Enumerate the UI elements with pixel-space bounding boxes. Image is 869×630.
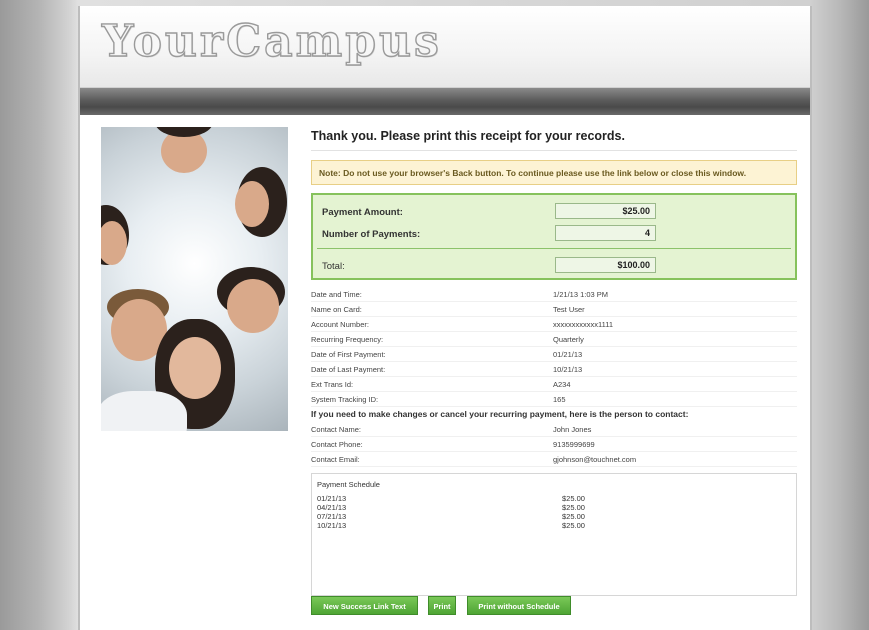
print-without-schedule-button[interactable]: Print without Schedule: [467, 596, 571, 615]
contact-label: Contact Phone:: [311, 440, 363, 449]
detail-value: 01/21/13: [553, 350, 583, 359]
contact-label: Contact Name:: [311, 425, 362, 434]
receipt-panel: Thank you. Please print this receipt for…: [311, 127, 797, 596]
contact-value: John Jones: [553, 425, 592, 434]
detail-row: Date of First Payment: 01/21/13: [311, 347, 797, 362]
face-image: [153, 127, 215, 177]
detail-label: Date and Time:: [311, 290, 362, 299]
detail-label: Recurring Frequency:: [311, 335, 384, 344]
contact-row: Contact Phone: 9135999699: [311, 437, 797, 452]
schedule-heading: Payment Schedule: [317, 480, 380, 489]
detail-label: Date of First Payment:: [311, 350, 386, 359]
contact-value: 9135999699: [553, 440, 595, 449]
contact-heading: If you need to make changes or cancel yo…: [311, 409, 689, 419]
detail-label: Name on Card:: [311, 305, 362, 314]
contact-email-value: gjohnson@touchnet.com: [553, 455, 637, 464]
schedule-amount: $25.00: [562, 512, 585, 521]
contact-row: Contact Email: gjohnson@touchnet.com: [311, 452, 797, 467]
back-button-warning: Note: Do not use your browser's Back but…: [311, 160, 797, 185]
schedule-date: 04/21/13: [317, 503, 347, 512]
face-image: [101, 205, 135, 277]
contact-label: Contact Email:: [311, 455, 360, 464]
number-of-payments-value: 4: [555, 225, 656, 241]
schedule-date: 01/21/13: [317, 494, 347, 503]
detail-row: Date of Last Payment: 10/21/13: [311, 362, 797, 377]
detail-label: Date of Last Payment:: [311, 365, 386, 374]
detail-row: Name on Card: Test User: [311, 302, 797, 317]
site-header: YourCampus: [80, 6, 810, 88]
transaction-details: Date and Time: 1/21/13 1:03 PM Name on Ca…: [311, 287, 797, 467]
number-of-payments-label: Number of Payments:: [322, 229, 421, 240]
detail-value: 165: [553, 395, 566, 404]
schedule-row: 10/21/13 $25.00: [317, 521, 617, 531]
divider: [317, 248, 791, 249]
face-image: [229, 167, 288, 243]
detail-value: A234: [553, 380, 571, 389]
detail-row: Recurring Frequency: Quarterly: [311, 332, 797, 347]
site-logo: YourCampus: [101, 15, 442, 67]
payment-amount-label: Payment Amount:: [322, 207, 403, 218]
page-frame: YourCampus Thank you. Please print this …: [78, 6, 812, 630]
schedule-date: 07/21/13: [317, 512, 347, 521]
detail-label: Account Number:: [311, 320, 369, 329]
contact-row: Contact Name: John Jones: [311, 422, 797, 437]
schedule-date: 10/21/13: [317, 521, 347, 530]
schedule-amount: $25.00: [562, 494, 585, 503]
detail-label: Ext Trans Id:: [311, 380, 354, 389]
detail-row: Ext Trans Id: A234: [311, 377, 797, 392]
nav-bar: [80, 88, 810, 115]
schedule-amount: $25.00: [562, 521, 585, 530]
detail-row: Account Number: xxxxxxxxxxxx1111: [311, 317, 797, 332]
detail-value: Test User: [553, 305, 585, 314]
page-title: Thank you. Please print this receipt for…: [311, 129, 797, 151]
payment-summary: Payment Amount: $25.00 Number of Payment…: [311, 193, 797, 280]
schedule-amount: $25.00: [562, 503, 585, 512]
payment-schedule[interactable]: Payment Schedule 01/21/13 $25.00 04/21/13…: [311, 473, 797, 596]
detail-row: System Tracking ID: 165: [311, 392, 797, 407]
print-button[interactable]: Print: [428, 596, 456, 615]
detail-row: Date and Time: 1/21/13 1:03 PM: [311, 287, 797, 302]
new-success-link-button[interactable]: New Success Link Text: [311, 596, 418, 615]
total-label: Total:: [322, 261, 345, 272]
detail-value: xxxxxxxxxxxx1111: [553, 320, 614, 329]
total-value: $100.00: [555, 257, 656, 273]
payment-amount-value: $25.00: [555, 203, 656, 219]
detail-value: 1/21/13 1:03 PM: [553, 290, 609, 299]
students-photo: [101, 127, 288, 431]
detail-value: 10/21/13: [553, 365, 583, 374]
detail-value: Quarterly: [553, 335, 584, 344]
detail-label: System Tracking ID:: [311, 395, 379, 404]
